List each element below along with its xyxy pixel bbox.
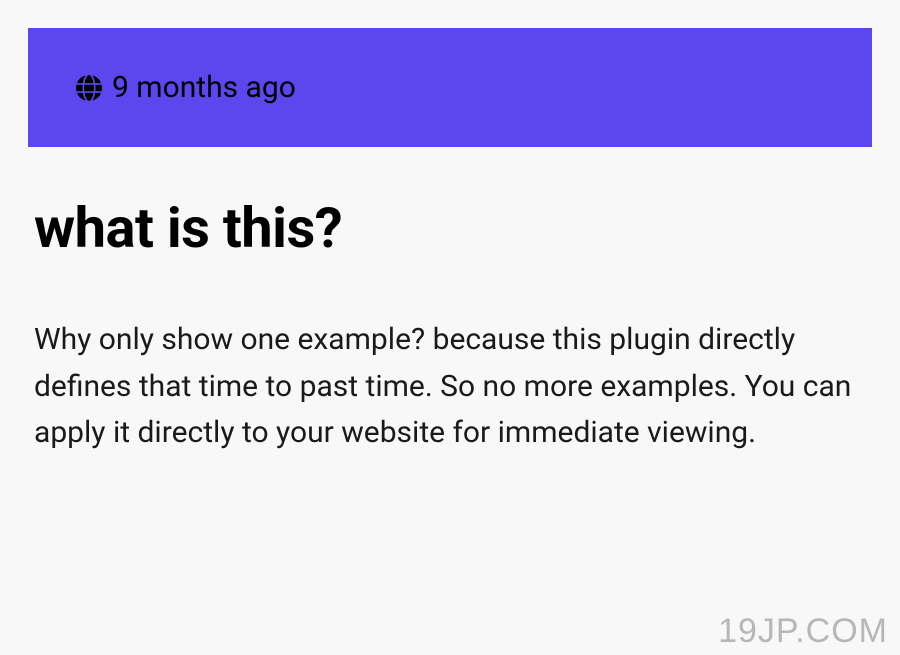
timestamp-banner: 9 months ago (28, 28, 872, 147)
content-section: what is this? Why only show one example?… (28, 195, 872, 457)
globe-icon (76, 75, 102, 101)
section-body: Why only show one example? because this … (34, 317, 866, 457)
section-heading: what is this? (34, 195, 866, 261)
timestamp-text: 9 months ago (112, 70, 296, 105)
watermark-text: 19JP.COM (718, 612, 888, 651)
